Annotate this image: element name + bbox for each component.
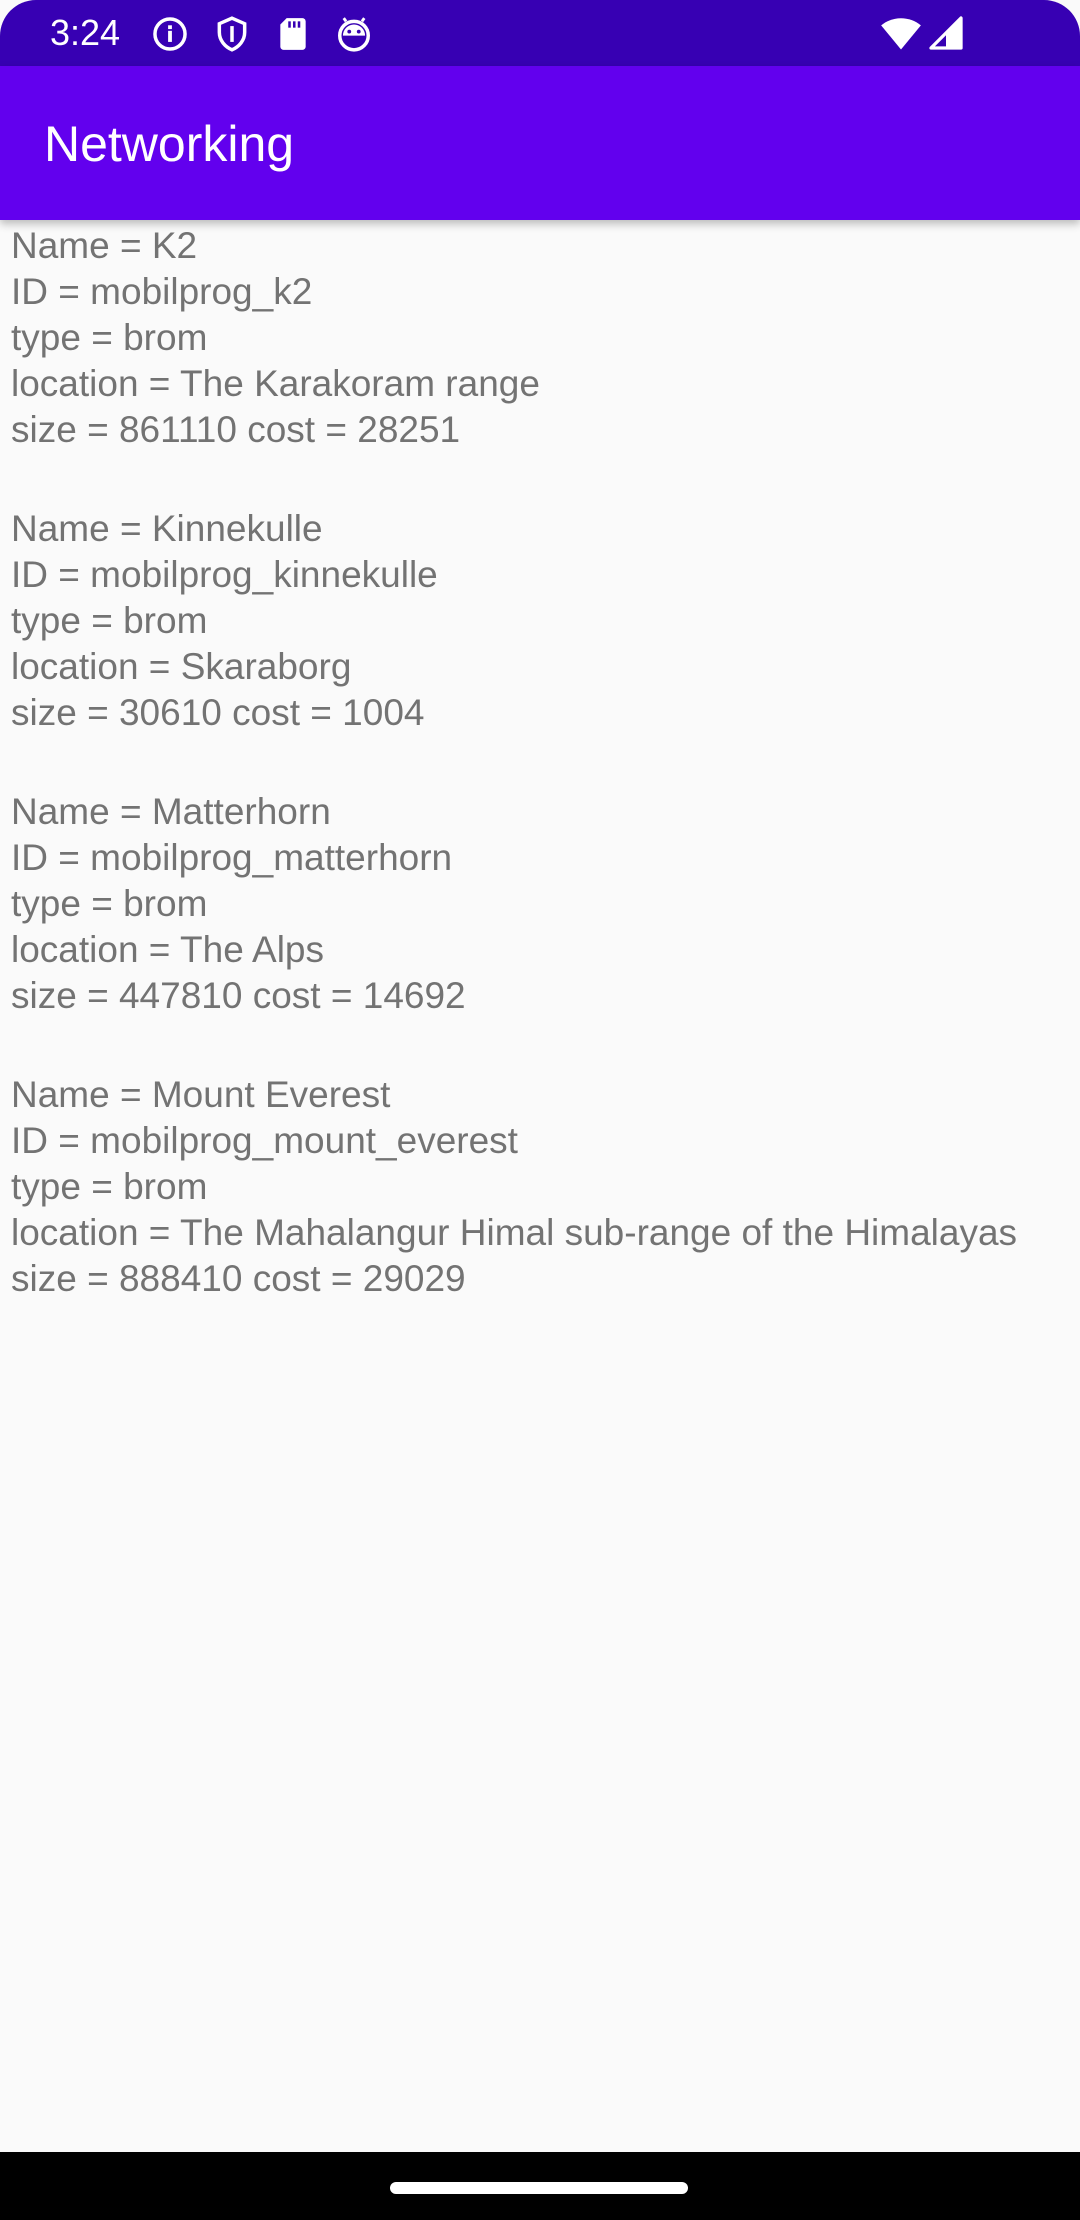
type-line: type = brom <box>11 600 208 641</box>
wifi-icon <box>881 18 921 50</box>
size-cost-line: size = 30610 cost = 1004 <box>11 692 425 733</box>
location-line: location = The Karakoram range <box>11 363 540 404</box>
phone-screen: 3:24 Networking Name = K2 ID = mobilprog… <box>0 0 1080 2220</box>
home-gesture-handle[interactable] <box>390 2182 688 2194</box>
android-head-icon <box>338 17 370 52</box>
location-line: location = Skaraborg <box>11 646 352 687</box>
sd-card-icon <box>280 18 306 50</box>
name-line: Name = Mount Everest <box>11 1074 391 1115</box>
type-line: type = brom <box>11 883 208 924</box>
id-line: ID = mobilprog_mount_everest <box>11 1120 518 1161</box>
signal-icon <box>929 16 963 50</box>
location-line: location = The Mahalangur Himal sub-rang… <box>11 1212 1018 1253</box>
list-item: Name = Matterhorn ID = mobilprog_matterh… <box>11 789 1076 1019</box>
type-line: type = brom <box>11 1166 208 1207</box>
id-line: ID = mobilprog_kinnekulle <box>11 554 438 595</box>
shield-icon <box>217 16 247 52</box>
name-line: Name = K2 <box>11 225 198 266</box>
mountain-list: Name = K2 ID = mobilprog_k2 type = brom … <box>0 220 1080 2152</box>
list-item: Name = K2 ID = mobilprog_k2 type = brom … <box>11 223 1076 453</box>
status-time: 3:24 <box>50 12 121 53</box>
location-line: location = The Alps <box>11 929 325 970</box>
id-line: ID = mobilprog_matterhorn <box>11 837 453 878</box>
list-item: Name = Mount Everest ID = mobilprog_moun… <box>11 1072 1076 1302</box>
type-line: type = brom <box>11 317 208 358</box>
navigation-bar <box>0 2152 1080 2220</box>
size-cost-line: size = 888410 cost = 29029 <box>11 1258 466 1299</box>
list-item: Name = Kinnekulle ID = mobilprog_kinneku… <box>11 506 1076 736</box>
status-bar: 3:24 <box>0 0 1080 66</box>
info-icon <box>153 17 187 51</box>
name-line: Name = Kinnekulle <box>11 508 323 549</box>
id-line: ID = mobilprog_k2 <box>11 271 313 312</box>
size-cost-line: size = 447810 cost = 14692 <box>11 975 466 1016</box>
app-title: Networking <box>44 116 295 172</box>
app-bar: Networking <box>0 66 1080 220</box>
name-line: Name = Matterhorn <box>11 791 331 832</box>
size-cost-line: size = 861110 cost = 28251 <box>11 409 461 450</box>
